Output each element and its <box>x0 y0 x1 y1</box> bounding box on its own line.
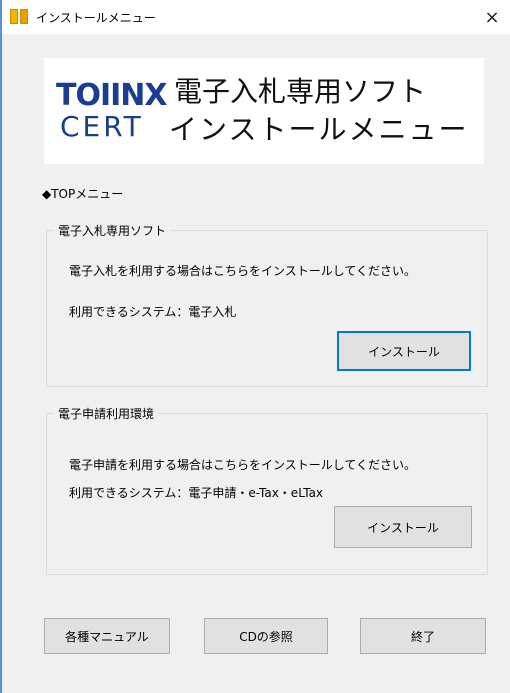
section-e-bidding: 電子入札専用ソフト 電子入札を利用する場合はこちらをインストールしてください。 … <box>46 222 488 387</box>
window-title: インストールメニュー <box>36 11 156 25</box>
section-label: 電子申請利用環境 <box>54 405 159 422</box>
banner-subtitle: インストールメニュー <box>169 113 469 146</box>
title-bar: インストールメニュー × <box>2 0 510 34</box>
app-icon <box>10 9 28 24</box>
banner-title: 電子入札専用ソフト <box>174 75 427 108</box>
section-label: 電子入札専用ソフト <box>54 222 171 239</box>
section-e-application: 電子申請利用環境 電子申請を利用する場合はこちらをインストールしてください。 利… <box>46 405 488 575</box>
close-button[interactable]: × <box>474 0 510 34</box>
section-systems: 利用できるシステム：電子申請・e-Tax・eLTax <box>69 486 324 500</box>
exit-button[interactable]: 終了 <box>360 618 486 654</box>
installer-window: インストールメニュー × TOIINX CERT 電子入札専用ソフト インストー… <box>0 0 510 693</box>
toiinx-cert-logo: TOIINX CERT <box>56 78 168 148</box>
section-description: 電子入札を利用する場合はこちらをインストールしてください。 <box>69 264 417 278</box>
top-menu-label: ◆TOPメニュー <box>42 187 124 201</box>
manuals-button[interactable]: 各種マニュアル <box>44 618 170 654</box>
cd-browse-button[interactable]: CDの参照 <box>204 618 328 654</box>
section-description: 電子申請を利用する場合はこちらをインストールしてください。 <box>69 458 417 472</box>
logo-line-1: TOIINX <box>56 78 168 113</box>
logo-line-2: CERT <box>60 110 144 143</box>
section-systems: 利用できるシステム：電子入札 <box>69 305 237 319</box>
install-e-application-button[interactable]: インストール <box>334 506 472 548</box>
install-e-bidding-button[interactable]: インストール <box>337 331 471 371</box>
banner: TOIINX CERT 電子入札専用ソフト インストールメニュー <box>44 58 484 164</box>
